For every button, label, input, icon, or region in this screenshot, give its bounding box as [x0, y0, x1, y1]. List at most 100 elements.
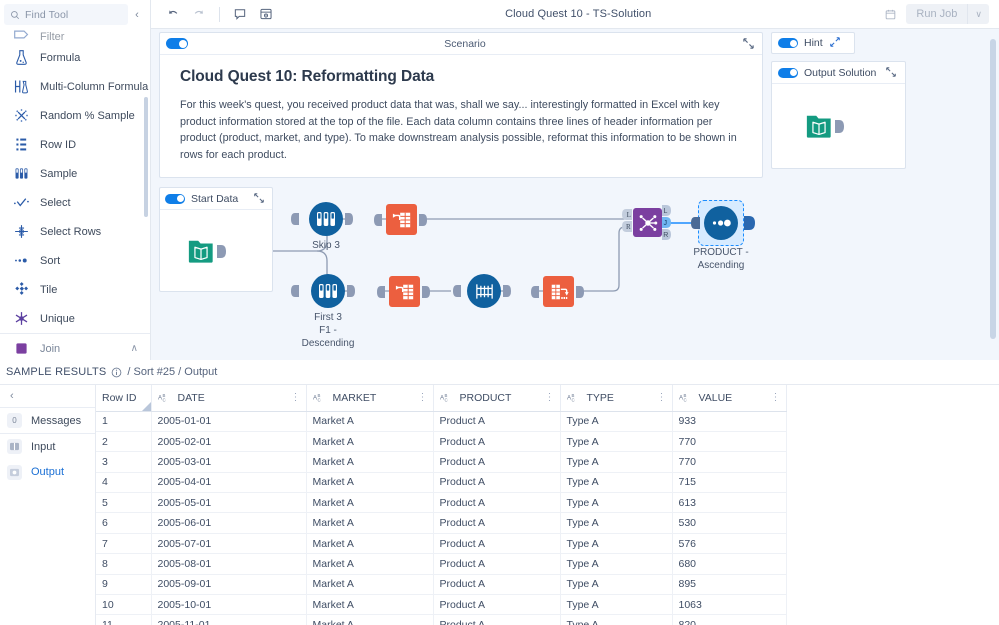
join-output-anchor-left[interactable]: L	[662, 205, 671, 216]
table-cell[interactable]: 2005-01-01	[151, 411, 307, 432]
output-anchor-icon[interactable]	[835, 120, 844, 133]
output-anchor-icon[interactable]	[744, 216, 755, 230]
sidebar-scrollbar[interactable]	[144, 97, 148, 217]
table-cell[interactable]: Market A	[306, 431, 434, 453]
output-solution-collapse-button[interactable]	[885, 66, 899, 80]
results-breadcrumb[interactable]: / Sort #25 / Output	[127, 366, 217, 378]
start-data-collapse-button[interactable]	[253, 192, 267, 206]
table-cell[interactable]: 2005-10-01	[151, 594, 307, 616]
search-input[interactable]: Find Tool	[4, 4, 128, 25]
node-crosstab[interactable]	[531, 276, 584, 307]
table-cell[interactable]: Product A	[433, 594, 561, 616]
table-cell[interactable]: Product A	[433, 574, 561, 596]
sidebar-item-formula[interactable]: Formula	[0, 43, 150, 72]
table-cell[interactable]: 2005-04-01	[151, 472, 307, 494]
table-cell[interactable]: 613	[672, 492, 787, 514]
table-cell[interactable]: 2005-07-01	[151, 533, 307, 555]
crosstab-tool-node-icon[interactable]	[543, 276, 574, 307]
node-transpose-bottom[interactable]	[377, 276, 430, 307]
table-cell[interactable]: 1	[96, 411, 152, 432]
table-cell[interactable]: Type A	[560, 451, 673, 473]
table-cell[interactable]: Product A	[433, 411, 561, 432]
sort-tool-node-icon[interactable]	[704, 206, 738, 240]
output-solution-toggle[interactable]	[778, 67, 798, 78]
workflow-settings-button[interactable]	[256, 4, 276, 24]
run-job-button[interactable]: Run Job ∨	[906, 4, 989, 24]
table-cell[interactable]: 2005-05-01	[151, 492, 307, 514]
sidebar-item-select-rows[interactable]: Select Rows	[0, 217, 150, 246]
table-cell[interactable]: 7	[96, 533, 152, 555]
column-header-value[interactable]: ABC VALUE ⋮	[672, 385, 787, 412]
table-cell[interactable]: 4	[96, 472, 152, 494]
input-anchor-icon[interactable]	[453, 285, 461, 297]
table-row[interactable]: 7 2005-07-01 Market A Product A Type A 576	[96, 533, 787, 555]
output-anchor-icon[interactable]	[422, 286, 430, 298]
column-header-rowid[interactable]: Row ID	[96, 385, 152, 412]
start-data-input-node[interactable]	[187, 237, 226, 265]
schedule-button[interactable]	[880, 4, 900, 24]
column-header-date[interactable]: ABC DATE ⋮	[151, 385, 307, 412]
node-join[interactable]: L R L J R	[622, 205, 671, 240]
input-anchor-icon[interactable]	[377, 286, 385, 298]
table-cell[interactable]: Product A	[433, 553, 561, 575]
table-cell[interactable]: Type A	[560, 431, 673, 453]
table-cell[interactable]: 11	[96, 614, 152, 625]
table-cell[interactable]: 2	[96, 431, 152, 453]
join-output-anchor-right[interactable]: R	[662, 229, 671, 240]
table-cell[interactable]: Type A	[560, 574, 673, 596]
column-header-market[interactable]: ABC MARKET ⋮	[306, 385, 434, 412]
table-row[interactable]: 1 2005-01-01 Market A Product A Type A 933	[96, 411, 787, 432]
table-cell[interactable]: Type A	[560, 614, 673, 625]
table-cell[interactable]: Type A	[560, 533, 673, 555]
table-cell[interactable]: Type A	[560, 553, 673, 575]
transpose-tool-node-icon[interactable]	[386, 204, 417, 235]
table-cell[interactable]: Market A	[306, 451, 434, 473]
results-tab-messages[interactable]: 0 Messages	[0, 407, 95, 433]
start-data-toggle[interactable]	[165, 193, 185, 204]
table-cell[interactable]: 770	[672, 431, 787, 453]
join-input-anchor-left[interactable]: L	[622, 209, 632, 220]
node-transpose-top[interactable]	[374, 204, 427, 235]
table-cell[interactable]: Market A	[306, 411, 434, 432]
input-anchor-icon[interactable]	[691, 217, 700, 229]
column-header-product[interactable]: ABC PRODUCT ⋮	[433, 385, 561, 412]
sidebar-item-unique[interactable]: Unique	[0, 304, 150, 333]
join-tool-node-icon[interactable]	[633, 208, 662, 237]
table-cell[interactable]: 2005-03-01	[151, 451, 307, 473]
sidebar-item-random-sample[interactable]: Random % Sample	[0, 101, 150, 130]
node-sample-skip3[interactable]: Skip 3	[291, 202, 353, 251]
table-cell[interactable]: 1063	[672, 594, 787, 616]
table-row[interactable]: 5 2005-05-01 Market A Product A Type A 613	[96, 492, 787, 514]
output-anchor-icon[interactable]	[503, 285, 511, 297]
run-job-dropdown-caret[interactable]: ∨	[968, 9, 989, 20]
table-row[interactable]: 3 2005-03-01 Market A Product A Type A 770	[96, 451, 787, 473]
table-cell[interactable]: 6	[96, 512, 152, 534]
table-cell[interactable]: Product A	[433, 451, 561, 473]
table-row[interactable]: 4 2005-04-01 Market A Product A Type A 715	[96, 472, 787, 494]
text-to-columns-tool-node-icon[interactable]	[467, 274, 501, 308]
table-cell[interactable]: 2005-09-01	[151, 574, 307, 596]
table-cell[interactable]: 933	[672, 411, 787, 432]
table-cell[interactable]: Product A	[433, 492, 561, 514]
node-text-to-columns[interactable]	[453, 274, 511, 308]
table-cell[interactable]: 2005-02-01	[151, 431, 307, 453]
node-sort-product-ascending[interactable]: PRODUCT - Ascending	[691, 200, 755, 271]
workflow-canvas[interactable]: Scenario Cloud Quest 10: Reformatting Da…	[151, 29, 999, 360]
column-menu-button[interactable]: ⋮	[771, 392, 781, 402]
table-row[interactable]: 10 2005-10-01 Market A Product A Type A 1063	[96, 594, 787, 616]
output-anchor-icon[interactable]	[345, 213, 353, 225]
input-anchor-icon[interactable]	[531, 286, 539, 298]
sidebar-item-sample[interactable]: Sample	[0, 159, 150, 188]
table-cell[interactable]: Market A	[306, 553, 434, 575]
results-tab-output[interactable]: Output	[0, 459, 95, 485]
output-anchor-icon[interactable]	[347, 285, 355, 297]
table-cell[interactable]: 576	[672, 533, 787, 555]
table-cell[interactable]: 895	[672, 574, 787, 596]
table-row[interactable]: 112005-11-01Market AProduct AType A820	[96, 614, 787, 625]
scenario-toggle[interactable]	[166, 38, 188, 49]
table-cell[interactable]: Market A	[306, 574, 434, 596]
table-cell[interactable]: 530	[672, 512, 787, 534]
output-solution-input-node[interactable]	[805, 112, 844, 140]
column-menu-button[interactable]: ⋮	[545, 392, 555, 402]
table-cell[interactable]: Type A	[560, 411, 673, 432]
